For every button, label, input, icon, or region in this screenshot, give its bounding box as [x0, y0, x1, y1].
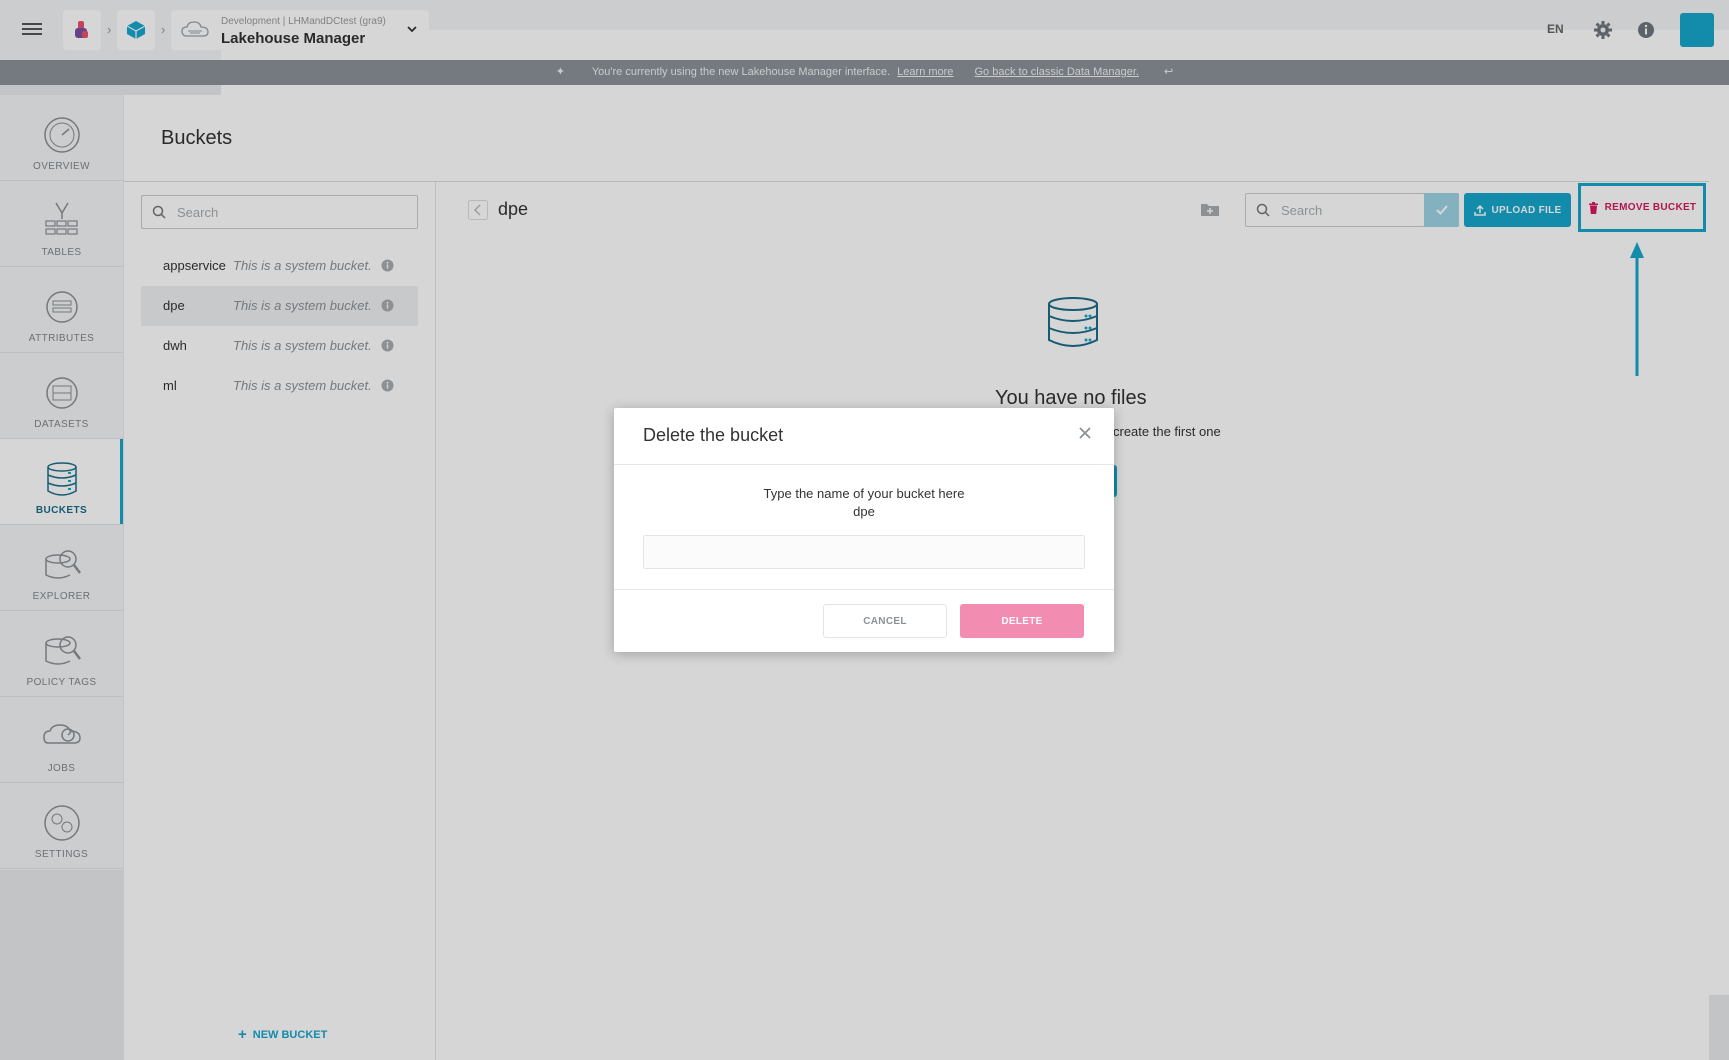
close-icon[interactable]	[1078, 426, 1092, 440]
dialog-bucket-name: dpe	[853, 504, 875, 519]
bucket-name-input[interactable]	[643, 535, 1085, 569]
dialog-header: Delete the bucket	[614, 408, 1114, 465]
dialog-title: Delete the bucket	[643, 425, 784, 445]
delete-button[interactable]: DELETE	[960, 604, 1084, 638]
dialog-prompt: Type the name of your bucket here	[763, 486, 965, 501]
dialog-divider	[614, 589, 1114, 590]
cancel-button[interactable]: CANCEL	[823, 604, 947, 638]
delete-bucket-dialog: Delete the bucket Type the name of your …	[614, 408, 1114, 652]
